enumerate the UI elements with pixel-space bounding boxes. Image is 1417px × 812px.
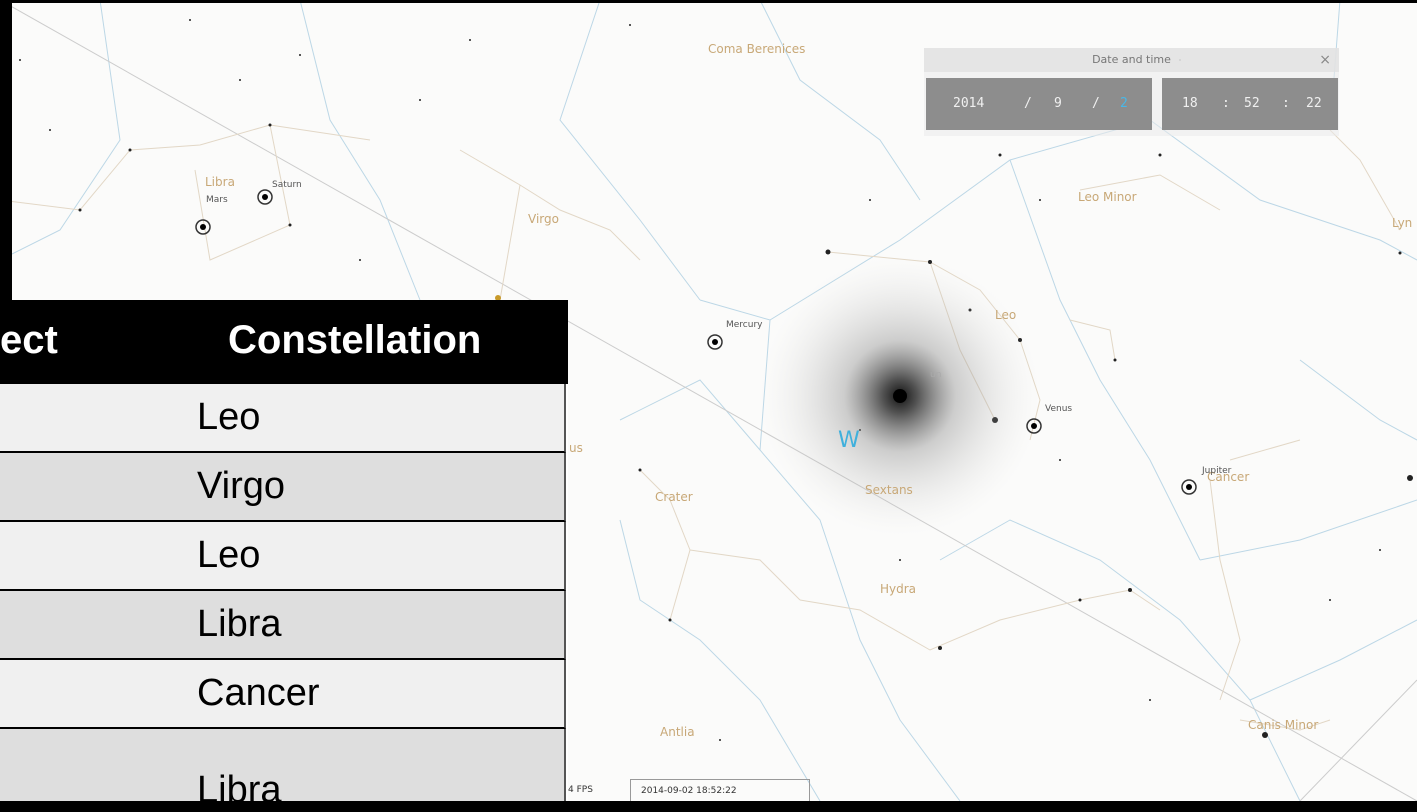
constellation-label-libra: Libra: [205, 175, 235, 189]
minute-field[interactable]: 52: [1244, 78, 1260, 130]
constellation-label-hydra: Hydra: [880, 582, 917, 596]
month-field[interactable]: 9: [1054, 78, 1062, 130]
constellation-cell: Libra: [197, 603, 282, 645]
constellation-label-virgo: Virgo: [528, 212, 559, 226]
table-row: Libra: [0, 729, 566, 811]
day-field[interactable]: 2: [1120, 78, 1128, 130]
planet-label-venus: Venus: [1045, 404, 1073, 414]
date-field-group: 2014 / 9 / 2: [926, 78, 1152, 130]
hour-field[interactable]: 18: [1182, 78, 1198, 130]
table-row: Libra: [0, 591, 566, 660]
planet-label-sun: un: [930, 370, 942, 380]
year-field[interactable]: 2014: [953, 78, 984, 130]
constellation-label-canis-minor: Canis Minor: [1248, 718, 1319, 732]
constellation-cell: Virgo: [197, 465, 286, 507]
date-separator: /: [1092, 96, 1100, 111]
constellation-label-leo-minor: Leo Minor: [1078, 190, 1137, 204]
frame-left: [0, 0, 12, 300]
constellation-label-corvus: us: [569, 441, 583, 455]
planet-label-mars: Mars: [206, 195, 228, 205]
constellation-cell: Leo: [197, 396, 261, 438]
header-object: ect: [0, 318, 58, 362]
time-separator: :: [1222, 96, 1230, 111]
sun-disc[interactable]: [893, 389, 907, 403]
date-time-dialog: Date and time × 2014 / 9 / 2 18 : 52 : 2…: [924, 48, 1339, 136]
constellation-cell: Leo: [197, 534, 261, 576]
time-field-group: 18 : 52 : 22: [1162, 78, 1338, 130]
constellation-label-crater: Crater: [655, 490, 693, 504]
status-datetime[interactable]: 2014-09-02 18:52:22: [630, 779, 810, 801]
object-constellation-table: ect Constellation Leo Virgo Leo Libra Ca…: [0, 300, 568, 811]
constellation-cell: Libra: [197, 769, 282, 811]
planet-label-mercury: Mercury: [726, 320, 763, 330]
planet-label-jupiter: Jupiter: [1202, 466, 1232, 476]
table-row: Cancer: [0, 660, 566, 729]
table-row: Virgo: [0, 453, 566, 522]
date-time-title-bar[interactable]: Date and time ×: [924, 48, 1339, 72]
compass-west-label: W: [838, 428, 860, 453]
constellation-label-leo: Leo: [995, 308, 1017, 322]
table-header: ect Constellation: [0, 300, 568, 384]
second-field[interactable]: 22: [1306, 78, 1322, 130]
constellation-label-lynx: Lyn: [1392, 216, 1413, 230]
frame-top: [0, 0, 1417, 3]
constellation-label-coma-berenices: Coma Berenices: [708, 42, 806, 56]
planet-label-saturn: Saturn: [272, 180, 302, 190]
close-icon[interactable]: ×: [1319, 48, 1331, 72]
fps-counter: 4 FPS: [568, 785, 593, 795]
table-row: Leo: [0, 384, 566, 453]
status-bar: 4 FPS 2014-09-02 18:52:22: [568, 779, 813, 801]
constellation-label-antlia: Antlia: [660, 725, 695, 739]
constellation-cell: Cancer: [197, 672, 320, 714]
constellation-label-sextans: Sextans: [865, 483, 913, 497]
date-separator: /: [1024, 96, 1032, 111]
table-row: Leo: [0, 522, 566, 591]
time-separator: :: [1282, 96, 1290, 111]
header-constellation: Constellation: [228, 318, 482, 362]
date-time-title: Date and time: [1092, 53, 1171, 66]
